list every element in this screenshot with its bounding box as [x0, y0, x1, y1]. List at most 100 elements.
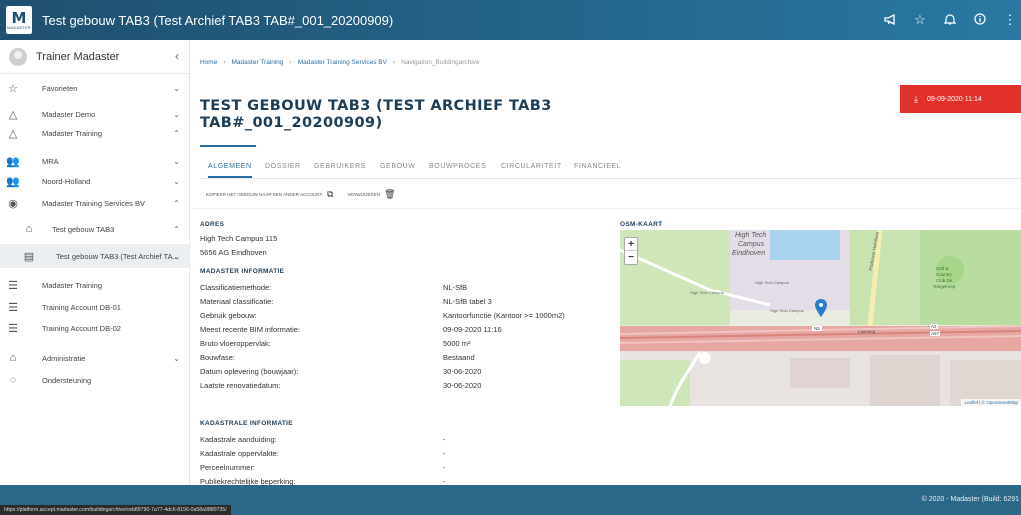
info-value: -: [443, 477, 446, 485]
info-value: Bestaand: [443, 353, 475, 362]
collapse-sidebar-icon[interactable]: ‹: [175, 49, 179, 63]
info-label: Kadastrale aanduiding:: [200, 435, 277, 444]
info-label: Bruto vloeroppervlak:: [200, 339, 271, 348]
sidebar-item-account-training[interactable]: ☰ Madaster Training: [0, 274, 190, 296]
bell-icon[interactable]: [943, 13, 957, 28]
map-label: High Tech Campus: [690, 290, 724, 295]
tab-bouwproces[interactable]: BOUWPROCES: [429, 163, 486, 170]
avatar[interactable]: [9, 47, 27, 66]
sidebar-item-test-archief[interactable]: ▤ Test gebouw TAB3 (Test Archief TA... ⌄: [0, 244, 190, 268]
database-icon: ☰: [8, 279, 18, 292]
zoom-in-button[interactable]: +: [625, 238, 637, 251]
sidebar-item-training-services[interactable]: ◉ Madaster Training Services BV ⌃: [0, 192, 190, 214]
breadcrumb-level1[interactable]: Madaster Training: [232, 59, 284, 66]
chevron-up-icon: ⌃: [173, 128, 180, 138]
tab-bar: ALGEMEEN DOSSIER GEBRUIKERS GEBOUW BOUWP…: [200, 161, 1021, 179]
sidebar-item-label: Favorieten: [42, 83, 78, 93]
archive-date-button[interactable]: ⤓ 09-09-2020 11:14: [900, 85, 1021, 113]
map-label: High Tech Campus: [770, 308, 804, 313]
tab-gebouw[interactable]: GEBOUW: [380, 163, 416, 170]
chevron-down-icon: ⌄: [173, 156, 180, 166]
sidebar-item-label: Administratie: [42, 353, 86, 363]
sidebar-item-test-gebouw[interactable]: ⌂ Test gebouw TAB3 ⌃: [0, 218, 190, 240]
map-label: Club De: [936, 278, 953, 283]
archive-icon: ▤: [23, 250, 35, 263]
info-label: Datum oplevering (bouwjaar):: [200, 367, 299, 376]
info-icon[interactable]: [973, 12, 987, 28]
breadcrumb-level2[interactable]: Madaster Training Services BV: [298, 59, 387, 66]
madaster-logo[interactable]: M MADASTER: [6, 6, 32, 34]
user-name: Trainer Madaster: [36, 50, 120, 63]
trash-icon[interactable]: 🗑: [384, 189, 395, 200]
more-icon[interactable]: ⋮: [1003, 12, 1017, 28]
top-bar: M MADASTER Test gebouw TAB3 (Test Archie…: [0, 0, 1021, 40]
info-value: 30-06-2020: [443, 381, 482, 390]
info-label: Gebruik gebouw:: [200, 311, 257, 320]
map-label: A2: [930, 324, 938, 329]
map-label: N2: [812, 326, 822, 331]
sidebar-item-noord-holland[interactable]: 👥 Noord-Holland ⌄: [0, 170, 190, 192]
info-label: Classificatiemethode:: [200, 283, 272, 292]
sidebar-item-label: Test gebouw TAB3 (Test Archief TA...: [56, 251, 179, 261]
map-label: Golf &: [936, 266, 949, 271]
breadcrumb: Home › Madaster Training › Madaster Training…: [200, 59, 480, 66]
lifebuoy-icon: ◌: [9, 374, 17, 386]
megaphone-icon[interactable]: [883, 13, 897, 28]
home-icon: ⌂: [9, 352, 17, 364]
triangle-icon: △: [8, 108, 18, 121]
sidebar-item-favorieten[interactable]: ☆ Favorieten ⌄: [0, 77, 190, 99]
map-label: Eindhoven: [732, 250, 766, 257]
info-label: Publiekrechtelijke beperking:: [200, 477, 296, 485]
sidebar-item-account-db02[interactable]: ☰ Training Account DB-02: [0, 317, 190, 339]
main-content: Home › Madaster Training › Madaster Training…: [191, 40, 1021, 485]
sidebar-item-label: Training Account DB-02: [42, 323, 121, 333]
copy-building-label[interactable]: KOPIEER HET GEBOUW NAAR EEN ANDER ACCOUN…: [206, 192, 323, 197]
download-icon: ⤓: [914, 93, 918, 104]
logo-letter: M: [11, 8, 27, 27]
breadcrumb-home[interactable]: Home: [200, 59, 217, 66]
badge-icon: ◉: [8, 197, 18, 210]
breadcrumb-separator: ›: [392, 59, 396, 66]
top-icons: ☆ ⋮: [883, 0, 1017, 40]
address-line1: High Tech Campus 115: [200, 234, 278, 243]
sidebar-item-label: Noord-Holland: [42, 176, 91, 186]
sidebar-item-madaster-training[interactable]: △ Madaster Training ⌃: [0, 122, 190, 144]
delete-label[interactable]: VERWIJDEREN: [347, 192, 380, 197]
sidebar-item-ondersteuning[interactable]: ◌ Ondersteuning: [0, 369, 190, 391]
star-icon[interactable]: ☆: [913, 12, 927, 28]
status-url: https://platform.accept.madaster.com/bui…: [0, 505, 231, 515]
database-icon: ☰: [8, 322, 18, 335]
info-label: Laatste renovatiedatum:: [200, 381, 281, 390]
info-value: NL-SfB: [443, 283, 468, 292]
building-icon: ⌂: [25, 223, 33, 235]
action-bar: KOPIEER HET GEBOUW NAAR EEN ANDER ACCOUN…: [206, 189, 410, 200]
sidebar-item-mra[interactable]: 👥 MRA ⌄: [0, 150, 190, 172]
zoom-out-button[interactable]: −: [625, 251, 637, 264]
map-title: OSM-KAART: [620, 221, 663, 228]
copy-icon[interactable]: ⧉: [327, 189, 333, 200]
info-label: Bouwfase:: [200, 353, 236, 362]
sidebar-item-label: Madaster Demo: [42, 109, 96, 119]
chevron-down-icon: ⌄: [173, 83, 180, 93]
group-icon: 👥: [6, 175, 20, 188]
osm-map[interactable]: High Tech Campus Eindhoven High Tech Cam…: [620, 230, 1021, 406]
info-value: -: [443, 435, 446, 444]
tab-dossier[interactable]: DOSSIER: [265, 163, 301, 170]
tab-financieel[interactable]: FINANCIEEL: [574, 163, 621, 170]
breadcrumb-separator: ›: [223, 59, 226, 66]
tab-algemeen[interactable]: ALGEMEEN: [208, 163, 252, 178]
map-attribution[interactable]: Leaflet | © OpenStreetMap: [961, 399, 1021, 406]
madaster-info-title: MADASTER INFORMATIE: [200, 268, 285, 275]
archive-date-label: 09-09-2020 11:14: [926, 95, 982, 103]
map-label: High Tech Campus: [755, 280, 789, 285]
tab-circulariteit[interactable]: CIRCULARITEIT: [501, 163, 562, 170]
tab-gebruikers[interactable]: GEBRUIKERS: [314, 163, 366, 170]
group-icon: 👥: [6, 155, 20, 168]
sidebar-item-account-db01[interactable]: ☰ Training Account DB-01: [0, 296, 190, 318]
sidebar-item-administratie[interactable]: ⌂ Administratie ⌄: [0, 347, 190, 369]
breadcrumb-separator: ›: [289, 59, 292, 66]
info-label: Meest recente BIM informatie:: [200, 325, 301, 334]
chevron-down-icon: ⌄: [173, 251, 180, 261]
database-icon: ☰: [8, 301, 18, 314]
sidebar-item-label: Madaster Training Services BV: [42, 198, 145, 208]
